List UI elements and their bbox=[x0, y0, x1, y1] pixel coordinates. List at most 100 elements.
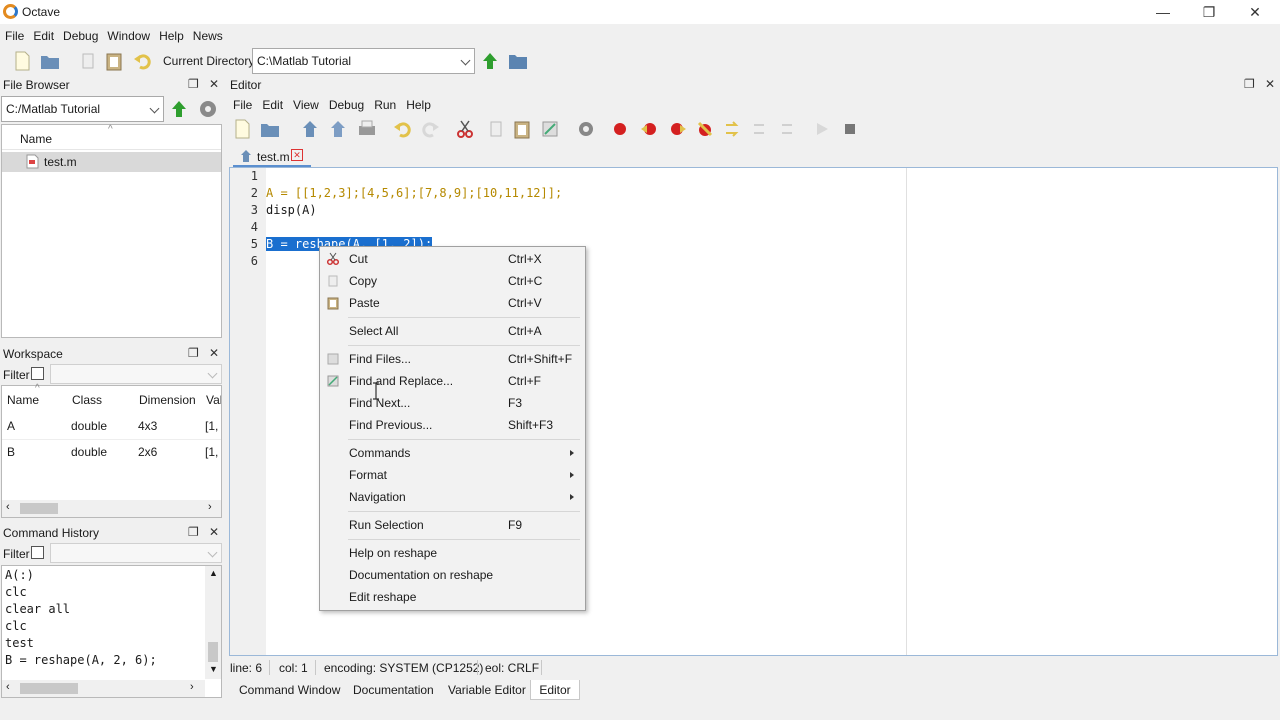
menu-file[interactable]: File bbox=[5, 26, 24, 46]
gear-icon[interactable] bbox=[196, 97, 220, 121]
menu-item-select-all[interactable]: Select All Ctrl+A bbox=[320, 320, 585, 342]
scroll-up-icon[interactable]: ▲ bbox=[209, 568, 218, 578]
editor-menu-edit[interactable]: Edit bbox=[262, 96, 283, 114]
menu-item-find-next[interactable]: Find Next... F3 bbox=[320, 392, 585, 414]
find-replace-icon[interactable] bbox=[540, 119, 560, 139]
new-script-icon[interactable] bbox=[232, 119, 252, 139]
clear-breakpoints-icon[interactable] bbox=[695, 119, 715, 139]
menu-item-copy[interactable]: Copy Ctrl+C bbox=[320, 270, 585, 292]
list-item[interactable]: B = reshape(A, 2, 6); bbox=[5, 653, 157, 667]
editor-menu-help[interactable]: Help bbox=[406, 96, 431, 114]
editor-menu-run[interactable]: Run bbox=[374, 96, 396, 114]
menu-item-navigation[interactable]: Navigation bbox=[320, 486, 585, 508]
table-header-name[interactable]: Name bbox=[7, 393, 39, 407]
editor-tab[interactable]: test.m ✕ bbox=[233, 146, 311, 167]
scrollbar-thumb[interactable] bbox=[20, 503, 58, 514]
menu-debug[interactable]: Debug bbox=[63, 26, 98, 46]
new-file-icon[interactable] bbox=[12, 51, 32, 71]
undock-icon[interactable]: ❐ bbox=[1244, 77, 1255, 91]
list-item[interactable]: A(:) bbox=[5, 568, 34, 582]
tab-documentation[interactable]: Documentation bbox=[353, 680, 434, 700]
close-window-button[interactable]: ✕ bbox=[1232, 0, 1278, 24]
table-row[interactable]: A double 4x3 [1, . bbox=[2, 414, 221, 440]
list-item[interactable]: clc bbox=[5, 585, 27, 599]
menu-news[interactable]: News bbox=[193, 26, 223, 46]
parent-directory-icon[interactable] bbox=[169, 99, 189, 119]
menu-item-paste[interactable]: Paste Ctrl+V bbox=[320, 292, 585, 314]
tab-editor[interactable]: Editor bbox=[530, 680, 580, 700]
next-breakpoint-icon[interactable] bbox=[639, 119, 659, 139]
close-pane-icon[interactable]: ✕ bbox=[209, 77, 219, 91]
scroll-right-icon[interactable]: › bbox=[208, 501, 212, 513]
menu-item-find-files[interactable]: Find Files... Ctrl+Shift+F bbox=[320, 348, 585, 370]
browse-folder-icon[interactable] bbox=[508, 51, 528, 71]
file-browser-path-select[interactable]: C:/Matlab Tutorial bbox=[1, 96, 164, 122]
close-tab-icon[interactable]: ✕ bbox=[291, 149, 303, 161]
print-icon[interactable] bbox=[357, 119, 377, 139]
scroll-left-icon[interactable]: ‹ bbox=[6, 501, 10, 513]
editor-menu-view[interactable]: View bbox=[293, 96, 319, 114]
history-filter-input[interactable] bbox=[50, 543, 222, 563]
open-folder-icon[interactable] bbox=[40, 51, 60, 71]
redo-icon[interactable] bbox=[421, 119, 441, 139]
scrollbar-thumb[interactable] bbox=[20, 683, 78, 694]
step-in-icon[interactable] bbox=[752, 119, 772, 139]
scroll-left-icon[interactable]: ‹ bbox=[6, 681, 10, 693]
editor-menu-debug[interactable]: Debug bbox=[329, 96, 364, 114]
undo-icon[interactable] bbox=[392, 119, 412, 139]
workspace-filter-input[interactable] bbox=[50, 364, 222, 384]
continue-icon[interactable] bbox=[812, 119, 832, 139]
menu-item-commands[interactable]: Commands bbox=[320, 442, 585, 464]
list-item[interactable]: test.m bbox=[2, 152, 221, 172]
undock-icon[interactable]: ❐ bbox=[188, 346, 199, 360]
step-out-icon[interactable] bbox=[780, 119, 800, 139]
previous-breakpoint-icon[interactable] bbox=[668, 119, 688, 139]
horizontal-scrollbar[interactable]: ‹ › bbox=[2, 500, 221, 517]
undo-icon[interactable] bbox=[132, 51, 152, 71]
menu-item-find-and-replace[interactable]: Find and Replace... Ctrl+F bbox=[320, 370, 585, 392]
parent-directory-icon[interactable] bbox=[480, 51, 500, 71]
tab-variable-editor[interactable]: Variable Editor bbox=[448, 680, 526, 700]
close-pane-icon[interactable]: ✕ bbox=[209, 346, 219, 360]
menu-item-edit-reshape[interactable]: Edit reshape bbox=[320, 586, 585, 608]
restore-button[interactable]: ❐ bbox=[1186, 0, 1232, 24]
breakpoint-icon[interactable] bbox=[610, 119, 630, 139]
list-item[interactable]: test bbox=[5, 636, 34, 650]
menu-edit[interactable]: Edit bbox=[33, 26, 54, 46]
file-browser-column-header[interactable]: Name ^ bbox=[2, 124, 221, 150]
code-line[interactable]: disp(A) bbox=[266, 203, 317, 217]
menu-item-help-on-reshape[interactable]: Help on reshape bbox=[320, 542, 585, 564]
scroll-right-icon[interactable]: › bbox=[190, 681, 194, 693]
menu-item-cut[interactable]: Cut Ctrl+X bbox=[320, 248, 585, 270]
list-item[interactable]: clc bbox=[5, 619, 27, 633]
minimize-button[interactable]: — bbox=[1140, 0, 1186, 24]
workspace-filter-checkbox[interactable] bbox=[31, 367, 44, 380]
scissors-icon[interactable] bbox=[455, 119, 475, 139]
open-file-icon[interactable] bbox=[260, 119, 280, 139]
menu-item-documentation-on-reshape[interactable]: Documentation on reshape bbox=[320, 564, 585, 586]
stop-icon[interactable] bbox=[840, 119, 860, 139]
table-row[interactable]: B double 2x6 [1, bbox=[2, 440, 221, 466]
copy-icon[interactable] bbox=[486, 119, 506, 139]
menu-window[interactable]: Window bbox=[107, 26, 150, 46]
current-directory-select[interactable]: C:\Matlab Tutorial bbox=[252, 48, 475, 74]
vertical-scrollbar[interactable]: ▲ ▼ bbox=[205, 566, 221, 679]
tab-command-window[interactable]: Command Window bbox=[239, 680, 340, 700]
undock-icon[interactable]: ❐ bbox=[188, 525, 199, 539]
code-line[interactable]: A = [[1,2,3];[4,5,6];[7,8,9];[10,11,12]]… bbox=[266, 186, 562, 200]
save-icon[interactable] bbox=[300, 119, 320, 139]
menu-item-format[interactable]: Format bbox=[320, 464, 585, 486]
menu-item-run-selection[interactable]: Run Selection F9 bbox=[320, 514, 585, 536]
step-icon[interactable] bbox=[724, 119, 744, 139]
table-header-value[interactable]: Val bbox=[206, 393, 221, 407]
horizontal-scrollbar[interactable]: ‹ › bbox=[2, 680, 205, 697]
table-header-dimension[interactable]: Dimension bbox=[139, 393, 196, 407]
close-pane-icon[interactable]: ✕ bbox=[209, 525, 219, 539]
copy-icon[interactable] bbox=[78, 51, 98, 71]
paste-icon[interactable] bbox=[512, 119, 532, 139]
scroll-down-icon[interactable]: ▼ bbox=[209, 664, 218, 674]
menu-help[interactable]: Help bbox=[159, 26, 184, 46]
close-pane-icon[interactable]: ✕ bbox=[1265, 77, 1275, 91]
scrollbar-thumb[interactable] bbox=[208, 642, 218, 662]
settings-icon[interactable] bbox=[576, 119, 596, 139]
